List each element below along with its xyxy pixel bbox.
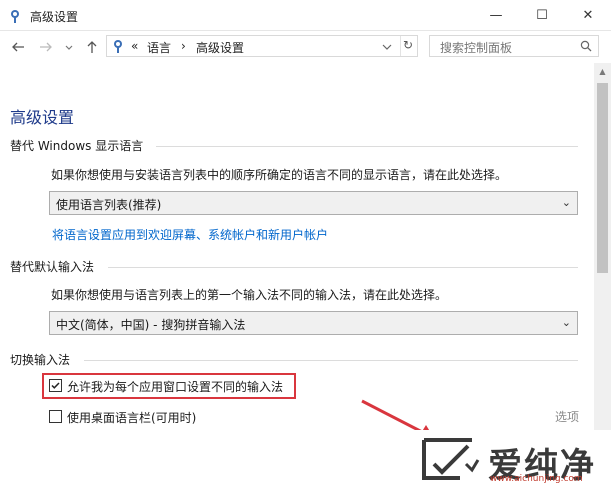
watermark-logo: 爱纯净 www.aichunjing.com — [410, 430, 611, 487]
display-language-description: 如果你想使用与安装语言列表中的顺序所确定的语言不同的显示语言，请在此处选择。 — [51, 168, 508, 182]
breadcrumb-item-advanced[interactable]: 高级设置 — [196, 39, 244, 56]
chevron-down-icon: ⌄ — [561, 196, 571, 209]
control-panel-icon — [114, 40, 122, 53]
chevron-down-icon[interactable] — [382, 43, 392, 51]
page-title: 高级设置 — [10, 108, 75, 127]
section-title-switch-input: 切换输入法 — [10, 353, 71, 367]
scroll-up-icon[interactable]: ▲ — [594, 63, 611, 80]
refresh-button[interactable]: ↻ — [403, 38, 413, 52]
back-arrow-icon — [12, 42, 24, 52]
maximize-button[interactable]: ☐ — [519, 0, 565, 31]
window-title: 高级设置 — [30, 10, 79, 24]
title-bar: 高级设置 — ☐ ✕ — [0, 0, 611, 31]
display-language-select-value: 使用语言列表(推荐) — [56, 198, 162, 212]
highlight-box — [42, 373, 296, 399]
desktop-language-bar-label[interactable]: 使用桌面语言栏(可用时) — [67, 409, 196, 426]
close-icon: ✕ — [582, 8, 594, 23]
input-method-select-value: 中文(简体，中国) - 搜狗拼音输入法 — [56, 318, 246, 332]
section-title-input-method: 替代默认输入法 — [10, 260, 95, 274]
minimize-icon: — — [489, 8, 503, 23]
control-panel-icon — [11, 10, 19, 23]
up-button[interactable] — [82, 37, 102, 57]
input-method-description: 如果你想使用与语言列表上的第一个输入法不同的输入法，请在此处选择。 — [51, 288, 448, 302]
watermark-url: www.aichunjing.com — [490, 474, 583, 484]
up-arrow-icon — [87, 41, 97, 53]
section-divider — [108, 267, 578, 268]
back-button[interactable] — [8, 37, 28, 57]
close-button[interactable]: ✕ — [565, 0, 611, 31]
search-input[interactable]: 搜索控制面板 — [429, 35, 599, 57]
maximize-icon: ☐ — [536, 8, 548, 23]
desktop-language-bar-checkbox-row[interactable]: 使用桌面语言栏(可用时) — [49, 408, 209, 426]
chevron-down-icon — [65, 45, 73, 50]
divider — [400, 36, 401, 56]
options-link[interactable]: 选项 — [555, 408, 579, 425]
vertical-scrollbar[interactable]: ▲ — [594, 63, 611, 487]
minimize-button[interactable]: — — [473, 0, 519, 31]
recent-locations-button[interactable] — [62, 37, 76, 57]
search-placeholder: 搜索控制面板 — [440, 41, 513, 55]
scrollbar-thumb[interactable] — [597, 83, 608, 273]
search-icon — [580, 40, 592, 52]
display-language-select[interactable]: 使用语言列表(推荐) ⌄ — [49, 191, 578, 215]
section-divider — [156, 146, 578, 147]
address-bar[interactable]: « 语言 › 高级设置 ↻ — [106, 35, 418, 57]
forward-arrow-icon — [40, 42, 52, 52]
breadcrumb-prefix[interactable]: « — [131, 39, 138, 53]
desktop-language-bar-checkbox[interactable] — [49, 410, 62, 423]
input-method-select[interactable]: 中文(简体，中国) - 搜狗拼音输入法 ⌄ — [49, 311, 578, 335]
section-title-display-language: 替代 Windows 显示语言 — [10, 139, 144, 153]
section-divider — [84, 360, 578, 361]
breadcrumb-separator[interactable]: › — [181, 39, 186, 53]
chevron-down-icon: ⌄ — [561, 316, 571, 329]
apply-language-settings-link[interactable]: 将语言设置应用到欢迎屏幕、系统帐户和新用户帐户 — [52, 226, 328, 243]
breadcrumb-item-language[interactable]: 语言 — [147, 39, 171, 56]
logo-icon — [422, 438, 480, 480]
forward-button[interactable] — [36, 37, 56, 57]
content-pane: 高级设置 替代 Windows 显示语言 如果你想使用与安装语言列表中的顺序所确… — [0, 63, 594, 487]
